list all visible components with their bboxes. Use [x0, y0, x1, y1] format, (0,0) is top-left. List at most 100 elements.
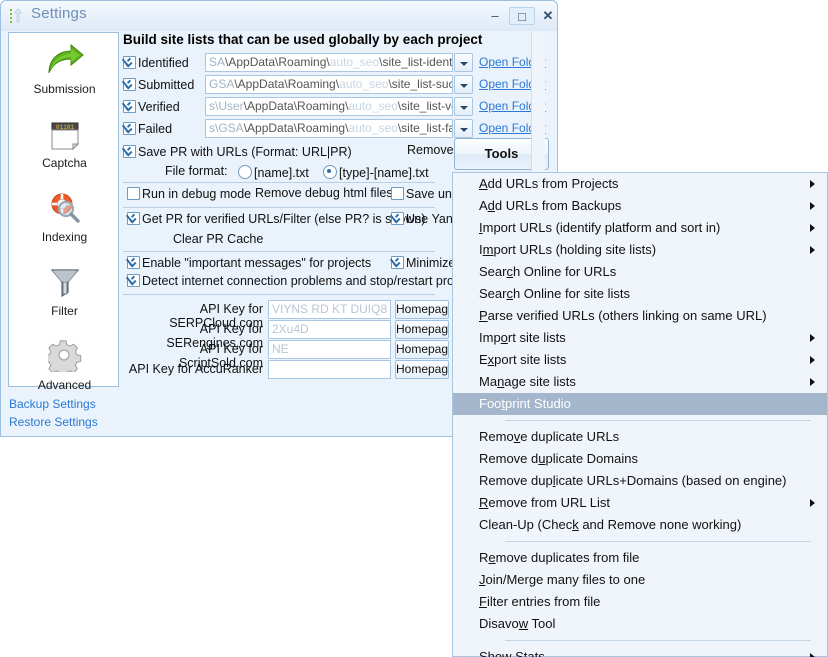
submenu-arrow-icon [810, 334, 815, 342]
api-accuranker-homepage-button[interactable]: Homepag [395, 360, 449, 379]
verified-path-input[interactable]: s\User\AppData\Roaming\auto_seo\site_lis… [205, 97, 453, 116]
close-button[interactable]: ✕ [535, 7, 561, 25]
remove-label[interactable]: Remove [407, 143, 454, 157]
sidebar-item-label: Filter [9, 304, 120, 318]
menu-separator [505, 420, 811, 421]
submitted-dropdown-button[interactable] [454, 75, 473, 94]
divider-2 [123, 207, 435, 208]
detect-internet-label: Detect internet connection problems and … [142, 274, 480, 288]
menu-item[interactable]: Join/Merge many files to one [453, 569, 827, 591]
minimize-button[interactable]: – [482, 7, 508, 25]
detect-internet-checkbox[interactable] [127, 274, 140, 287]
maximize-button[interactable]: □ [509, 7, 535, 25]
detect-internet-row: Detect internet connection problems and … [127, 272, 480, 294]
menu-item[interactable]: Footprint Studio [453, 393, 827, 415]
sidebar-item-indexing[interactable]: Indexing [9, 187, 120, 244]
run-debug-checkbox[interactable] [127, 187, 140, 200]
site-list-row-identified: Identified [123, 54, 189, 76]
api-accuranker-input[interactable] [268, 360, 391, 379]
identified-dropdown-button[interactable] [454, 53, 473, 72]
menu-item-label: Import site lists [479, 330, 566, 345]
menu-item-label: Remove duplicate URLs [479, 429, 619, 444]
menu-item-label: Show Stats [479, 649, 545, 657]
divider-1 [123, 182, 435, 183]
clear-pr-cache-link[interactable]: Clear PR Cache [173, 232, 263, 246]
menu-item-label: Remove duplicate URLs+Domains (based on … [479, 473, 787, 488]
menu-item-label: Remove duplicate Domains [479, 451, 638, 466]
menu-item[interactable]: Disavow Tool [453, 613, 827, 635]
menu-item-label: Remove from URL List [479, 495, 610, 510]
api-scriptsold-homepage-button[interactable]: Homepag [395, 340, 449, 359]
settings-arrow-icon [10, 8, 26, 24]
menu-item[interactable]: Remove from URL List [453, 492, 827, 514]
api-serengines-input[interactable]: 2Xu4D [268, 320, 391, 339]
menu-item-label: Search Online for site lists [479, 286, 630, 301]
menu-item[interactable]: Import site lists [453, 327, 827, 349]
use-yandex-label: Use Yan [406, 212, 453, 226]
run-debug-row: Run in debug mode [127, 185, 251, 207]
menu-item[interactable]: Remove duplicate URLs+Domains (based on … [453, 470, 827, 492]
minimize-checkbox[interactable] [391, 256, 404, 269]
api-serpcloud-homepage-button[interactable]: Homepag [395, 300, 449, 319]
menu-item-label: Disavow Tool [479, 616, 555, 631]
menu-item-label: Import URLs (holding site lists) [479, 242, 656, 257]
save-pr-label: Save PR with URLs (Format: URL|PR) [138, 145, 352, 159]
menu-item-label: Manage site lists [479, 374, 576, 389]
menu-item[interactable]: Search Online for site lists [453, 283, 827, 305]
submitted-path-input[interactable]: GSA\AppData\Roaming\auto_seo\site_list-s… [205, 75, 453, 94]
menu-item[interactable]: Remove duplicate Domains [453, 448, 827, 470]
api-accuranker-label: API Key for AccuRanker [123, 362, 263, 376]
menu-item[interactable]: Export site lists [453, 349, 827, 371]
use-yandex-checkbox[interactable] [391, 212, 404, 225]
sidebar-item-submission[interactable]: Submission [9, 39, 120, 96]
menu-item[interactable]: Clean-Up (Check and Remove none working) [453, 514, 827, 536]
radio-type-name-txt[interactable] [323, 165, 337, 179]
section-title: Build site lists that can be used global… [123, 32, 545, 47]
get-pr-checkbox[interactable] [127, 212, 140, 225]
save-pr-checkbox[interactable] [123, 145, 136, 158]
api-scriptsold-input[interactable]: NE [268, 340, 391, 359]
menu-item[interactable]: Manage site lists [453, 371, 827, 393]
identified-checkbox[interactable] [123, 56, 136, 69]
restore-settings-link[interactable]: Restore Settings [9, 415, 98, 429]
sidebar-item-label: Advanced [9, 378, 120, 392]
sidebar-item-captcha[interactable]: 01101 Captcha [9, 113, 120, 170]
menu-item[interactable]: Parse verified URLs (others linking on s… [453, 305, 827, 327]
green-arrow-icon [9, 39, 120, 81]
submenu-arrow-icon [810, 356, 815, 364]
menu-item[interactable]: Add URLs from Projects [453, 173, 827, 195]
verified-checkbox[interactable] [123, 100, 136, 113]
menu-item[interactable]: Import URLs (identify platform and sort … [453, 217, 827, 239]
failed-dropdown-button[interactable] [454, 119, 473, 138]
file-format-label: File format: [165, 164, 228, 178]
verified-dropdown-button[interactable] [454, 97, 473, 116]
failed-checkbox[interactable] [123, 122, 136, 135]
identified-label: Identified [138, 56, 189, 70]
save-unknown-checkbox[interactable] [391, 187, 404, 200]
identified-path-input[interactable]: SA\AppData\Roaming\auto_seo\site_list-id… [205, 53, 453, 72]
save-unknown-row: Save unk [391, 185, 458, 207]
api-serpcloud-input[interactable]: VIYNS RD KT DUIQ8 [268, 300, 391, 319]
api-serengines-homepage-button[interactable]: Homepag [395, 320, 449, 339]
failed-path-input[interactable]: s\GSA\AppData\Roaming\auto_seo\site_list… [205, 119, 453, 138]
submenu-arrow-icon [810, 224, 815, 232]
menu-item-label: Export site lists [479, 352, 566, 367]
menu-item[interactable]: Filter entries from file [453, 591, 827, 613]
enable-messages-checkbox[interactable] [127, 256, 140, 269]
sidebar-item-label: Captcha [9, 156, 120, 170]
radio-name-txt[interactable] [238, 165, 252, 179]
submitted-checkbox[interactable] [123, 78, 136, 91]
submenu-arrow-icon [810, 499, 815, 507]
menu-item[interactable]: Search Online for URLs [453, 261, 827, 283]
menu-separator [505, 541, 811, 542]
tools-context-menu[interactable]: Add URLs from ProjectsAdd URLs from Back… [452, 172, 828, 657]
sidebar-item-advanced[interactable]: Advanced [9, 335, 120, 392]
menu-item[interactable]: Import URLs (holding site lists) [453, 239, 827, 261]
menu-item[interactable]: Add URLs from Backups [453, 195, 827, 217]
remove-debug-html-link[interactable]: Remove debug html files [255, 186, 393, 200]
menu-item[interactable]: Show Stats [453, 646, 827, 657]
sidebar-item-filter[interactable]: Filter [9, 261, 120, 318]
menu-item[interactable]: Remove duplicates from file [453, 547, 827, 569]
menu-item[interactable]: Remove duplicate URLs [453, 426, 827, 448]
backup-settings-link[interactable]: Backup Settings [9, 397, 96, 411]
